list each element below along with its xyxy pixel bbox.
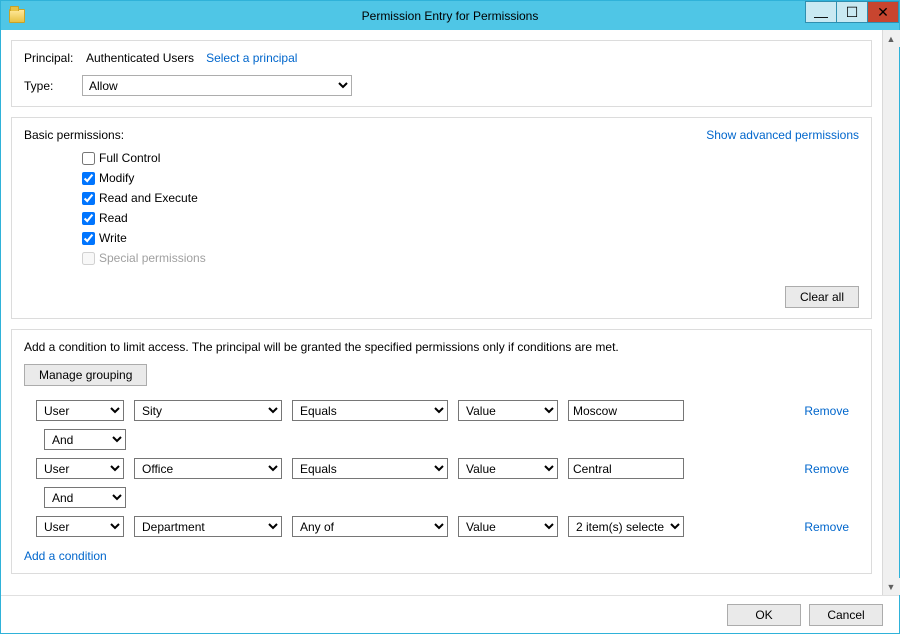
principal-value: Authenticated Users [86, 51, 194, 65]
condition-row: User Sity Equals Value Remove [36, 400, 859, 421]
ok-button[interactable]: OK [727, 604, 801, 626]
condition-connector-select[interactable]: And [44, 429, 126, 450]
condition-connector-select[interactable]: And [44, 487, 126, 508]
maximize-button[interactable]: ☐ [836, 1, 868, 23]
condition-subject-select[interactable]: User [36, 458, 124, 479]
condition-connector-row: And [44, 429, 859, 450]
permission-label: Read [99, 211, 128, 225]
maximize-icon: ☐ [846, 5, 859, 19]
show-advanced-permissions-link[interactable]: Show advanced permissions [706, 128, 859, 142]
condition-remove-link[interactable]: Remove [804, 404, 849, 418]
condition-remove-link[interactable]: Remove [804, 520, 849, 534]
add-condition-link[interactable]: Add a condition [24, 549, 107, 563]
permission-label: Write [99, 231, 127, 245]
checkbox-write[interactable] [82, 232, 95, 245]
type-row: Type: Allow [24, 75, 859, 96]
client-area: Principal: Authenticated Users Select a … [1, 30, 899, 595]
titlebar[interactable]: Permission Entry for Permissions — ☐ ✕ [1, 1, 899, 30]
permission-read[interactable]: Read [82, 208, 859, 228]
minimize-icon: — [814, 9, 828, 23]
permission-special: Special permissions [82, 248, 859, 268]
condition-valuetype-select[interactable]: Value [458, 400, 558, 421]
permission-label: Read and Execute [99, 191, 198, 205]
condition-subject-select[interactable]: User [36, 516, 124, 537]
condition-operator-select[interactable]: Equals [292, 400, 448, 421]
principal-label: Principal: [24, 51, 82, 65]
permission-label: Full Control [99, 151, 160, 165]
window-title: Permission Entry for Permissions [1, 9, 899, 23]
basic-permissions-panel: Basic permissions: Show advanced permiss… [11, 117, 872, 319]
condition-value-multiselect[interactable]: 2 item(s) selected [568, 516, 684, 537]
condition-subject-select[interactable]: User [36, 400, 124, 421]
scroll-up-icon[interactable]: ▲ [883, 30, 900, 47]
type-select[interactable]: Allow [82, 75, 352, 96]
permission-full-control[interactable]: Full Control [82, 148, 859, 168]
select-principal-link[interactable]: Select a principal [206, 51, 297, 65]
dialog-footer: OK Cancel [1, 595, 899, 633]
permission-label: Special permissions [99, 251, 206, 265]
checkbox-read-execute[interactable] [82, 192, 95, 205]
condition-remove-link[interactable]: Remove [804, 462, 849, 476]
vertical-scrollbar[interactable]: ▲ ▼ [882, 30, 899, 595]
condition-valuetype-select[interactable]: Value [458, 516, 558, 537]
permission-modify[interactable]: Modify [82, 168, 859, 188]
permission-write[interactable]: Write [82, 228, 859, 248]
condition-attribute-select[interactable]: Sity [134, 400, 282, 421]
condition-row: User Office Equals Value Remove [36, 458, 859, 479]
permission-read-execute[interactable]: Read and Execute [82, 188, 859, 208]
condition-connector-row: And [44, 487, 859, 508]
condition-value-input[interactable] [568, 400, 684, 421]
checkbox-read[interactable] [82, 212, 95, 225]
clear-all-button[interactable]: Clear all [785, 286, 859, 308]
conditions-panel: Add a condition to limit access. The pri… [11, 329, 872, 574]
condition-operator-select[interactable]: Equals [292, 458, 448, 479]
principal-row: Principal: Authenticated Users Select a … [24, 51, 859, 65]
basic-permissions-label: Basic permissions: [24, 128, 124, 142]
permission-label: Modify [99, 171, 134, 185]
checkbox-special [82, 252, 95, 265]
dialog-content: Principal: Authenticated Users Select a … [1, 30, 882, 595]
cancel-button[interactable]: Cancel [809, 604, 883, 626]
condition-value-input[interactable] [568, 458, 684, 479]
condition-valuetype-select[interactable]: Value [458, 458, 558, 479]
scroll-down-icon[interactable]: ▼ [883, 578, 900, 595]
conditions-rows: User Sity Equals Value Remove And User O… [36, 400, 859, 537]
basic-permissions-header: Basic permissions: Show advanced permiss… [24, 128, 859, 142]
permissions-list: Full Control Modify Read and Execute Rea… [82, 148, 859, 268]
close-icon: ✕ [877, 5, 889, 19]
principal-panel: Principal: Authenticated Users Select a … [11, 40, 872, 107]
close-button[interactable]: ✕ [867, 1, 899, 23]
window-frame: Permission Entry for Permissions — ☐ ✕ P… [0, 0, 900, 634]
manage-grouping-button[interactable]: Manage grouping [24, 364, 147, 386]
condition-attribute-select[interactable]: Department [134, 516, 282, 537]
checkbox-full-control[interactable] [82, 152, 95, 165]
conditions-description: Add a condition to limit access. The pri… [24, 340, 859, 354]
condition-operator-select[interactable]: Any of [292, 516, 448, 537]
window-controls: — ☐ ✕ [806, 1, 899, 23]
minimize-button[interactable]: — [805, 1, 837, 23]
type-label: Type: [24, 79, 82, 93]
checkbox-modify[interactable] [82, 172, 95, 185]
condition-attribute-select[interactable]: Office [134, 458, 282, 479]
condition-row: User Department Any of Value 2 item(s) s… [36, 516, 859, 537]
